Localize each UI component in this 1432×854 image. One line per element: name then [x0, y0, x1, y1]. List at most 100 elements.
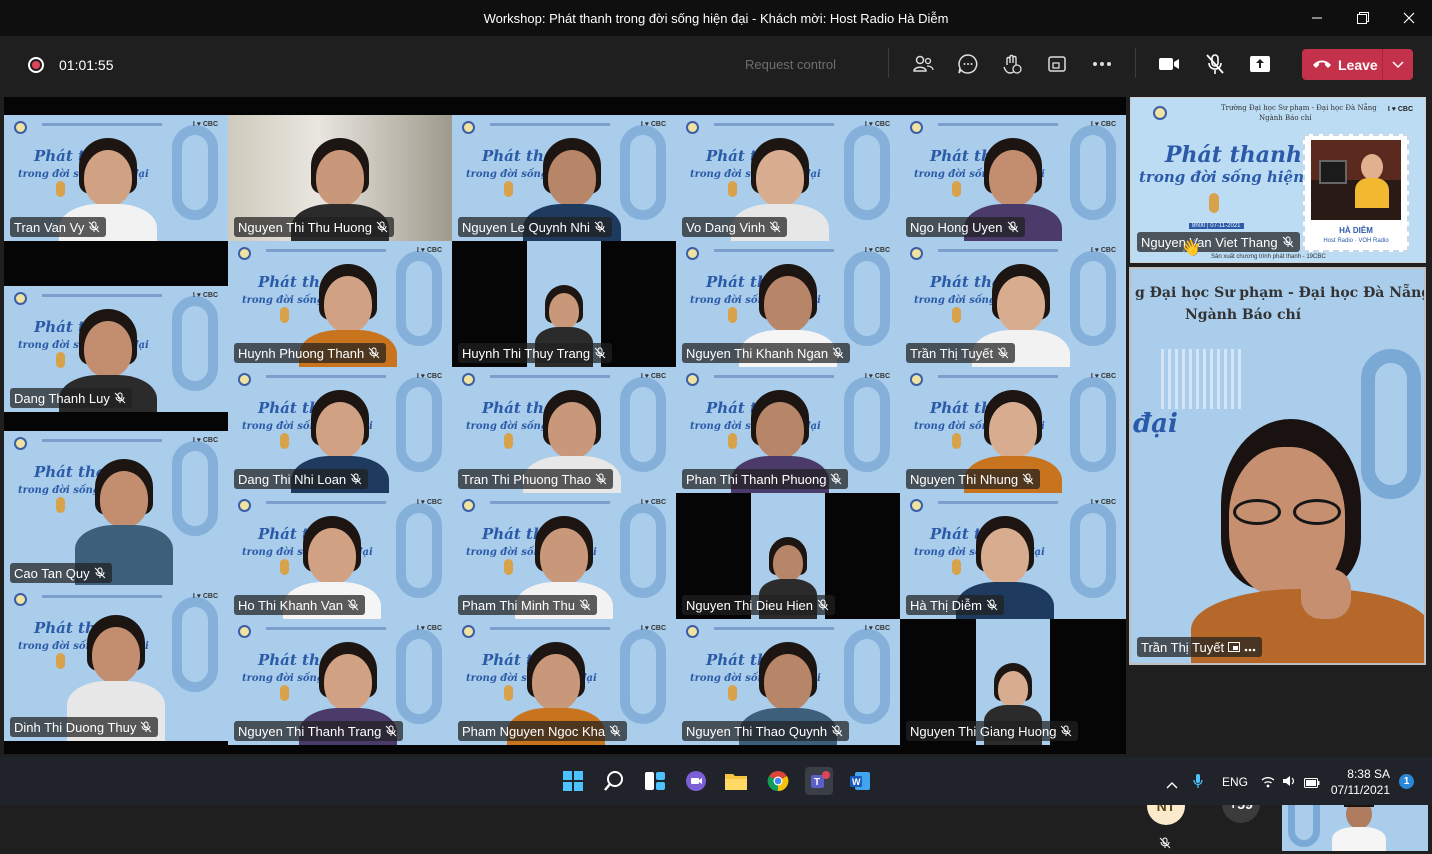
chat-icon[interactable]: [956, 52, 980, 76]
battery-icon[interactable]: [1304, 775, 1320, 793]
reactions-icon[interactable]: [1000, 52, 1024, 76]
participant-tile[interactable]: I ♥ CBCPhát thanhtrong đời sống hiện đại…: [228, 493, 452, 619]
school-logo: [14, 292, 27, 305]
teams-icon[interactable]: T: [805, 767, 833, 795]
request-control-button[interactable]: Request control: [745, 57, 836, 72]
participant-tile[interactable]: I ♥ CBCPhát thanhtrong đời sống hiện đại…: [4, 431, 228, 587]
school-logo: [686, 121, 699, 134]
participant-name: Vo Dang Vinh: [686, 219, 766, 235]
microphone-icon: [1209, 193, 1219, 213]
share-screen-icon[interactable]: [1248, 52, 1272, 76]
participant-tile[interactable]: I ♥ CBCPhát thanhtrong đời sống hiện đại…: [228, 241, 452, 367]
participant-tile[interactable]: I ♥ CBCPhát thanhtrong đời sống hiện đại…: [452, 115, 676, 241]
school-logo: [910, 499, 923, 512]
shared-content-tile[interactable]: Trường Đại học Sư phạm - Đại học Đà Nẵng…: [1130, 97, 1426, 263]
microphone-muted-icon: [831, 725, 843, 737]
participant-name: Huynh Phuong Thanh: [238, 345, 365, 361]
participant-tile[interactable]: I ♥ CBCPhát thanhtrong đời sống hiện đại…: [676, 241, 900, 367]
recording-icon: [28, 57, 44, 73]
microphone-icon[interactable]: [1193, 773, 1203, 794]
chat-app-icon[interactable]: [682, 767, 710, 795]
microphone-muted-icon: [376, 221, 388, 233]
view-layout-icon[interactable]: [1045, 52, 1069, 76]
school-logo: [910, 373, 923, 386]
widgets-icon[interactable]: [641, 767, 669, 795]
taskbar-clock[interactable]: 8:38 SA 07/11/2021: [1331, 766, 1390, 798]
file-explorer-icon[interactable]: [722, 767, 750, 795]
microphone-icon: [728, 307, 737, 323]
cbc-logo: I ♥ CBC: [1090, 121, 1116, 128]
participant-tile[interactable]: I ♥ CBCPhát thanhtrong đời sống hiện đại…: [900, 241, 1126, 367]
header-line: [42, 294, 162, 297]
toolbar-divider: [888, 48, 889, 78]
microphone-icon: [504, 433, 513, 449]
participant-tile[interactable]: I ♥ CBCPhát thanhtrong đời sống hiện đại…: [452, 493, 676, 619]
maximize-icon[interactable]: [1340, 0, 1386, 36]
microphone-muted-icon: [1159, 836, 1171, 854]
pin-icon[interactable]: [1228, 640, 1241, 655]
participant-name: Cao Tan Quy: [14, 565, 90, 581]
volume-icon[interactable]: [1282, 774, 1296, 793]
participant-name-tag: Dang Thi Nhi Loan: [234, 469, 369, 489]
participant-tile[interactable]: I ♥ CBCPhát thanhtrong đời sống hiện đại…: [452, 367, 676, 493]
school-logo: [910, 247, 923, 260]
spotlight-name-tag: Trần Thị Tuyết: [1137, 637, 1263, 657]
participant-name-tag: Tran Van Vy: [10, 217, 107, 237]
microphone-muted-icon[interactable]: [1203, 52, 1227, 76]
window-title-bar: Workshop: Phát thanh trong đời sống hiện…: [0, 0, 1432, 36]
input-language[interactable]: ENG: [1222, 775, 1248, 789]
chrome-icon[interactable]: [764, 767, 792, 795]
minimize-icon[interactable]: [1294, 0, 1340, 36]
participant-tile[interactable]: Nguyen Thi Dieu Hien: [676, 493, 900, 619]
search-icon[interactable]: [600, 767, 628, 795]
participant-name: Tran Thi Phuong Thao: [462, 471, 592, 487]
participant-tile[interactable]: I ♥ CBCPhát thanhtrong đời sống hiện đại…: [676, 115, 900, 241]
more-options-icon[interactable]: [1090, 52, 1114, 76]
more-options-icon[interactable]: [1244, 640, 1256, 655]
raised-hand-icon: 👋: [1181, 240, 1201, 257]
participant-name-tag: Nguyen Thi Thao Quynh: [682, 721, 850, 741]
microphone-muted-icon: [368, 347, 380, 359]
word-icon[interactable]: W: [846, 767, 874, 795]
participant-name-tag: Huynh Thi Thuy Trang: [458, 343, 613, 363]
participant-name: Ho Thi Khanh Van: [238, 597, 344, 613]
header-line: [490, 123, 610, 126]
participant-name-tag: Nguyen Thi Khanh Ngan: [682, 343, 851, 363]
microphone-decoration: [172, 296, 218, 391]
school-logo: [462, 373, 475, 386]
wifi-icon[interactable]: [1261, 775, 1275, 793]
participant-tile[interactable]: Nguyen Thi Giang Huong: [900, 619, 1126, 745]
school-logo: [686, 625, 699, 638]
chevron-up-icon[interactable]: [1166, 776, 1178, 794]
notification-badge[interactable]: 1: [1399, 774, 1414, 789]
participant-tile[interactable]: Huynh Thi Thuy Trang: [452, 241, 676, 367]
cbc-logo: I ♥ CBC: [864, 247, 890, 254]
participant-tile[interactable]: I ♥ CBCPhát thanhtrong đời sống hiện đại…: [228, 367, 452, 493]
cbc-logo: I ♥ CBC: [1090, 499, 1116, 506]
participant-tile[interactable]: I ♥ CBCPhát thanhtrong đời sống hiện đại…: [900, 367, 1126, 493]
camera-icon[interactable]: [1157, 52, 1181, 76]
windows-start-icon[interactable]: [559, 767, 587, 795]
microphone-decoration: [396, 377, 442, 472]
participant-tile[interactable]: I ♥ CBCPhát thanhtrong đời sống hiện đại…: [228, 619, 452, 745]
participant-name-tag: Cao Tan Quy: [10, 563, 112, 583]
participant-tile[interactable]: Nguyen Thi Thu Huong: [228, 115, 452, 241]
participant-tile[interactable]: I ♥ CBCPhát thanhtrong đời sống hiện đại…: [4, 286, 228, 412]
school-logo: [462, 121, 475, 134]
close-icon[interactable]: [1386, 0, 1432, 36]
school-logo: [686, 247, 699, 260]
microphone-icon: [280, 685, 289, 701]
participants-icon[interactable]: [911, 52, 935, 76]
participant-tile[interactable]: I ♥ CBCPhát thanhtrong đời sống hiện đại…: [4, 587, 228, 741]
participant-tile[interactable]: I ♥ CBCPhát thanhtrong đời sống hiện đại…: [4, 115, 228, 241]
participant-tile[interactable]: I ♥ CBCPhát thanhtrong đời sống hiện đại…: [900, 493, 1126, 619]
microphone-muted-icon: [997, 347, 1009, 359]
leave-button[interactable]: Leave: [1302, 49, 1413, 80]
microphone-decoration: [844, 251, 890, 346]
participant-tile[interactable]: I ♥ CBCPhát thanhtrong đời sống hiện đại…: [452, 619, 676, 745]
spotlight-tile[interactable]: g Đại học Sư phạm - Đại học Đà Nẵng Ngàn…: [1129, 267, 1426, 665]
participant-tile[interactable]: I ♥ CBCPhát thanhtrong đời sống hiện đại…: [900, 115, 1126, 241]
participant-tile[interactable]: I ♥ CBCPhát thanhtrong đời sống hiện đại…: [676, 619, 900, 745]
participant-tile[interactable]: I ♥ CBCPhát thanhtrong đời sống hiện đại…: [676, 367, 900, 493]
chevron-down-icon[interactable]: [1383, 49, 1413, 80]
